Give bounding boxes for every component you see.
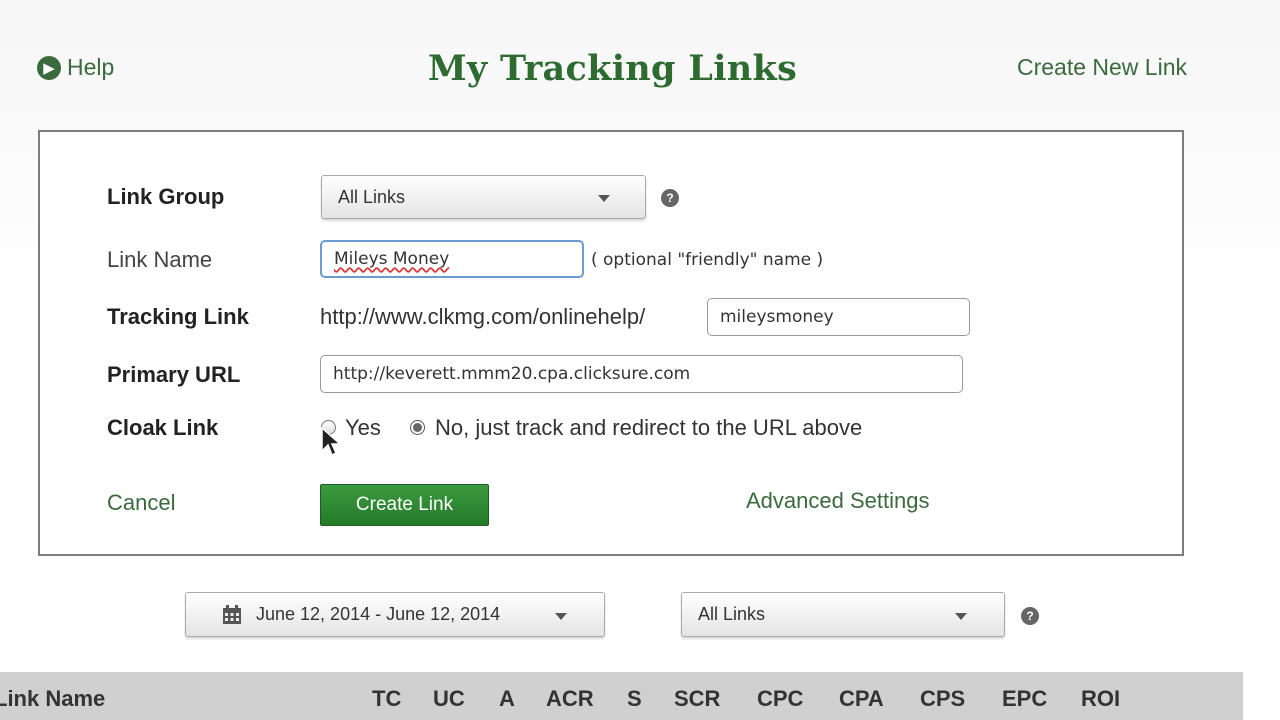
help-question-icon[interactable]: ? xyxy=(1021,607,1039,625)
link-name-input[interactable]: Mileys Money xyxy=(320,240,584,278)
chevron-down-icon xyxy=(555,613,567,620)
tracking-link-input[interactable]: mileysmoney xyxy=(707,298,970,336)
primary-url-input[interactable]: http://keverett.mmm20.cpa.clicksure.com xyxy=(320,355,963,393)
help-question-icon[interactable]: ? xyxy=(661,189,679,207)
cloak-no-label[interactable]: No, just track and redirect to the URL a… xyxy=(435,415,862,441)
create-new-link-button[interactable]: Create New Link xyxy=(1017,54,1187,81)
col-link-name[interactable]: Link Name xyxy=(0,686,105,712)
calendar-icon xyxy=(223,604,241,624)
link-name-value: Mileys Money xyxy=(334,249,450,269)
table-header: Link Name TC UC A ACR S SCR CPC CPA CPS … xyxy=(0,672,1243,720)
tracking-link-value: mileysmoney xyxy=(720,307,834,327)
chevron-down-icon xyxy=(598,195,610,202)
advanced-settings-link[interactable]: Advanced Settings xyxy=(746,488,929,514)
col-s[interactable]: S xyxy=(627,686,642,712)
link-group-select[interactable]: All Links xyxy=(321,175,646,219)
col-uc[interactable]: UC xyxy=(433,686,465,712)
cancel-button[interactable]: Cancel xyxy=(107,490,175,516)
col-a[interactable]: A xyxy=(499,686,515,712)
primary-url-label: Primary URL xyxy=(107,362,241,387)
col-roi[interactable]: ROI xyxy=(1081,686,1120,712)
link-name-hint: ( optional "friendly" name ) xyxy=(591,250,824,270)
link-filter-value: All Links xyxy=(698,604,766,624)
link-group-label: Link Group xyxy=(107,184,225,209)
date-range-value: June 12, 2014 - June 12, 2014 xyxy=(256,604,501,624)
col-tc[interactable]: TC xyxy=(372,686,401,712)
col-cpc[interactable]: CPC xyxy=(757,686,803,712)
col-cps[interactable]: CPS xyxy=(920,686,965,712)
col-epc[interactable]: EPC xyxy=(1002,686,1047,712)
tracking-link-prefix: http://www.clkmg.com/onlinehelp/ xyxy=(320,304,646,329)
primary-url-value: http://keverett.mmm20.cpa.clicksure.com xyxy=(333,364,691,384)
col-cpa[interactable]: CPA xyxy=(839,686,884,712)
cloak-yes-label[interactable]: Yes xyxy=(345,415,381,441)
cloak-link-label: Cloak Link xyxy=(107,415,219,440)
create-link-form: Link Group All Links ? Link Name Mileys … xyxy=(38,130,1184,556)
chevron-down-icon xyxy=(955,613,967,620)
tracking-link-label: Tracking Link xyxy=(107,304,249,329)
mouse-cursor-icon xyxy=(321,427,342,457)
col-scr[interactable]: SCR xyxy=(674,686,720,712)
col-acr[interactable]: ACR xyxy=(546,686,594,712)
link-filter-select[interactable]: All Links xyxy=(681,592,1005,637)
link-name-label: Link Name xyxy=(107,247,213,272)
date-range-select[interactable]: June 12, 2014 - June 12, 2014 xyxy=(185,592,605,637)
cloak-no-radio[interactable] xyxy=(410,420,425,435)
create-link-button[interactable]: Create Link xyxy=(320,484,489,526)
link-group-value: All Links xyxy=(338,186,406,207)
